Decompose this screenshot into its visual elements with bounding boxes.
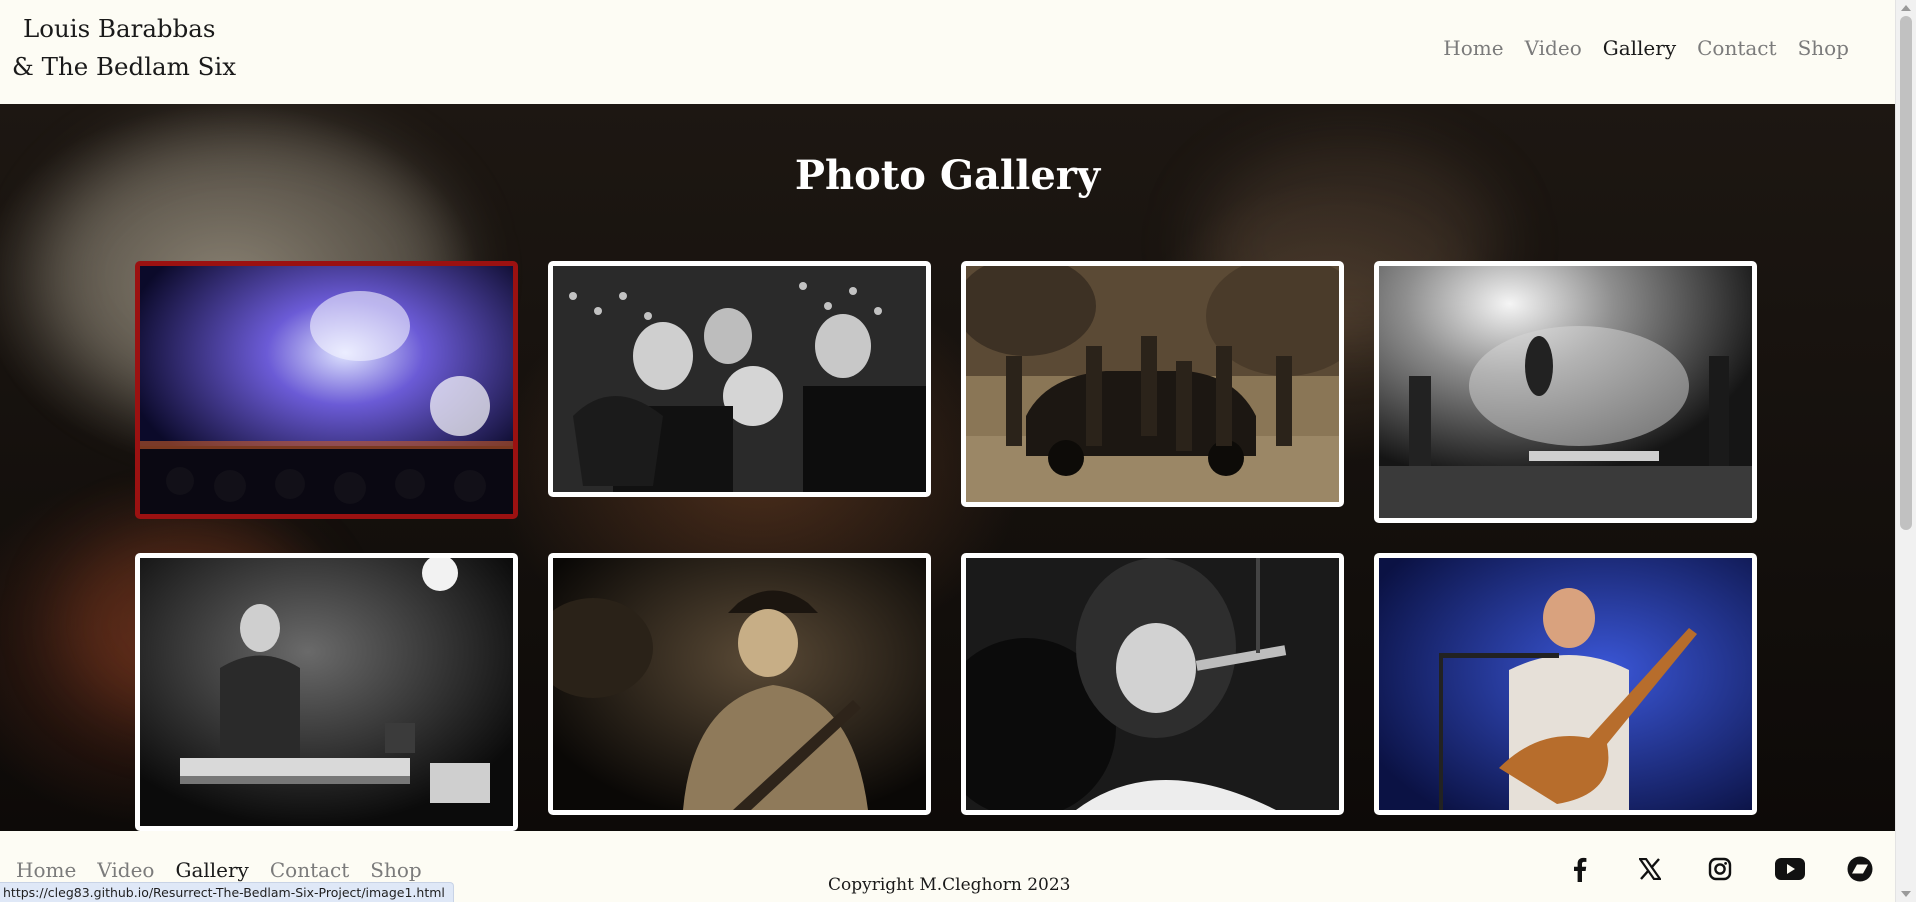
- nav-home[interactable]: Home: [1443, 36, 1503, 60]
- nav-video[interactable]: Video: [1525, 36, 1582, 60]
- nav-contact[interactable]: Contact: [1697, 36, 1776, 60]
- copyright-text: Copyright M.Cleghorn 2023: [828, 875, 1071, 895]
- nav-shop[interactable]: Shop: [1798, 36, 1849, 60]
- facebook-icon: [1574, 857, 1587, 882]
- singer-in-hat-image: [553, 558, 926, 810]
- gallery-photo-2[interactable]: [548, 261, 931, 497]
- vintage-car-band-image: [966, 266, 1339, 502]
- scroll-down-arrow-icon[interactable]: [1901, 891, 1911, 897]
- site-brand[interactable]: Louis Barabbas & The Bedlam Six: [12, 10, 236, 86]
- gallery-photo-4[interactable]: [1374, 261, 1757, 523]
- scroll-thumb[interactable]: [1900, 16, 1912, 530]
- gallery-photo-3[interactable]: [961, 261, 1344, 507]
- footer-nav: Home Video Gallery Contact Shop: [16, 858, 422, 882]
- footer-nav-video[interactable]: Video: [97, 858, 154, 882]
- nav-gallery[interactable]: Gallery: [1603, 36, 1676, 60]
- instagram-link[interactable]: [1705, 854, 1735, 884]
- brand-line-1: Louis Barabbas: [23, 14, 216, 43]
- footer-nav-contact[interactable]: Contact: [270, 858, 349, 882]
- bandcamp-link[interactable]: [1845, 854, 1875, 884]
- carousel-band-image: [553, 266, 926, 492]
- vertical-scrollbar[interactable]: [1895, 0, 1916, 902]
- social-links: [1565, 854, 1875, 884]
- youtube-icon: [1775, 858, 1805, 880]
- gallery-photo-7[interactable]: [961, 553, 1344, 815]
- concert-stage-image: [140, 266, 513, 514]
- instagram-icon: [1708, 857, 1732, 881]
- main-nav: Home Video Gallery Contact Shop: [1443, 36, 1849, 60]
- site-header: Louis Barabbas & The Bedlam Six Home Vid…: [0, 0, 1895, 104]
- youtube-link[interactable]: [1775, 854, 1805, 884]
- footer-nav-home[interactable]: Home: [16, 858, 76, 882]
- gallery-photo-1[interactable]: [135, 261, 518, 519]
- gallery-photo-6[interactable]: [548, 553, 931, 815]
- bearded-singer-image: [966, 558, 1339, 810]
- x-twitter-link[interactable]: [1635, 854, 1665, 884]
- keyboard-player-image: [140, 558, 513, 826]
- brand-line-2: & The Bedlam Six: [12, 52, 237, 81]
- gallery-hero: Photo Gallery: [0, 104, 1895, 831]
- status-bar-url: https://cleg83.github.io/Resurrect-The-B…: [0, 882, 454, 902]
- x-twitter-icon: [1639, 858, 1661, 880]
- jumping-guitarist-image: [1379, 266, 1752, 518]
- scroll-up-arrow-icon[interactable]: [1901, 5, 1911, 11]
- gallery-photo-8[interactable]: [1374, 553, 1757, 815]
- footer-nav-gallery[interactable]: Gallery: [175, 858, 248, 882]
- page-title: Photo Gallery: [794, 152, 1101, 199]
- gallery-photo-5[interactable]: [135, 553, 518, 831]
- bandcamp-icon: [1847, 856, 1873, 882]
- blue-light-guitarist-image: [1379, 558, 1752, 810]
- facebook-link[interactable]: [1565, 854, 1595, 884]
- footer-nav-shop[interactable]: Shop: [370, 858, 421, 882]
